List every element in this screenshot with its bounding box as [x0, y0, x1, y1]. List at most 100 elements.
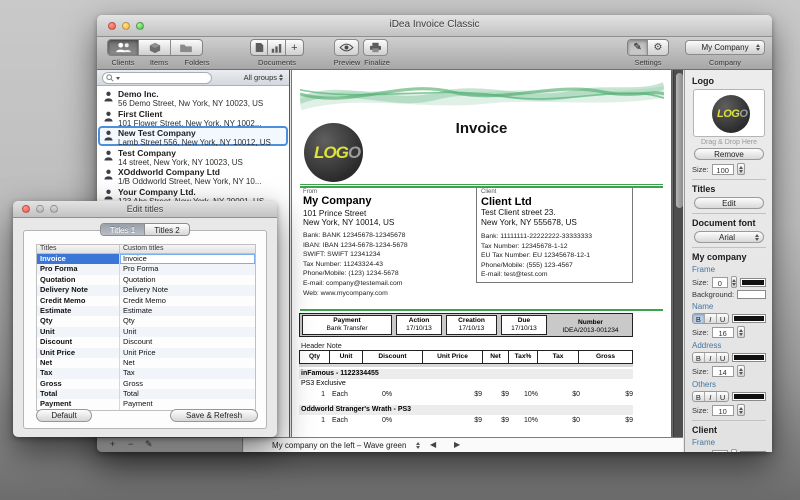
edit-mode-button[interactable]: ✎ — [628, 40, 649, 55]
stepper-control[interactable] — [736, 326, 745, 338]
bold-italic-underline-control[interactable]: BIU — [692, 352, 730, 363]
client-row-selected[interactable]: New Test Company Lamb Street 556, New Yo… — [98, 126, 288, 147]
group-filter-select[interactable]: All groups — [244, 73, 283, 82]
name-link[interactable]: Name — [692, 302, 766, 311]
header-custom-titles[interactable]: Custom titles — [120, 245, 255, 253]
custom-title-cell[interactable]: Delivery Note — [120, 285, 255, 295]
custom-title-cell[interactable]: Net — [120, 358, 255, 368]
preferences-button[interactable]: ⚙ — [648, 40, 668, 55]
main-titlebar[interactable]: iDea Invoice Classic — [97, 15, 772, 37]
bold-italic-underline-control[interactable]: BIU — [692, 391, 730, 402]
italic-button[interactable]: I — [705, 353, 717, 362]
preview-button[interactable] — [334, 39, 359, 56]
bold-button[interactable]: B — [693, 392, 705, 401]
client-row[interactable]: First Client 101 Flower Street, New York… — [98, 107, 288, 128]
title-row[interactable]: Unit Unit — [37, 326, 255, 338]
frame-color-well[interactable] — [740, 277, 766, 287]
add-client-button[interactable]: + — [110, 439, 115, 449]
name-color-well[interactable] — [732, 314, 766, 323]
reports-button[interactable] — [268, 40, 286, 55]
save-refresh-button[interactable]: Save & Refresh — [170, 409, 258, 422]
company-select[interactable]: My Company — [685, 40, 765, 55]
client-row[interactable]: XOddworld Company Ltd 1/B Oddworld Stree… — [98, 165, 288, 186]
others-size-input[interactable]: 10 — [711, 404, 734, 416]
title-row[interactable]: Delivery Note Delivery Note — [37, 285, 255, 296]
custom-title-cell[interactable]: Discount — [120, 337, 255, 347]
custom-title-cell[interactable]: Estimate — [120, 306, 255, 316]
stepper-control[interactable] — [731, 276, 738, 288]
italic-button[interactable]: I — [705, 314, 717, 323]
title-row[interactable]: Net Net — [37, 357, 255, 369]
background-color-well[interactable] — [737, 290, 766, 299]
underline-button[interactable]: U — [717, 314, 729, 323]
items-button[interactable] — [139, 40, 171, 55]
bold-italic-underline-control[interactable]: BIU — [692, 313, 730, 324]
name-size-input[interactable]: 16 — [711, 326, 734, 338]
title-row[interactable]: Gross Gross — [37, 378, 255, 390]
title-row[interactable]: Discount Discount — [37, 337, 255, 348]
remove-logo-button[interactable]: Remove — [694, 148, 764, 160]
preview-scrollbar[interactable] — [673, 70, 683, 437]
stepper-control[interactable] — [731, 449, 738, 452]
finalize-button[interactable] — [363, 39, 388, 56]
title-row[interactable]: Total Total — [37, 389, 255, 400]
dialog-titlebar[interactable]: Edit titles — [13, 201, 277, 218]
title-row[interactable]: Estimate Estimate — [37, 305, 255, 317]
tab-titles-2[interactable]: Titles 2 — [145, 224, 189, 235]
search-input[interactable] — [102, 72, 212, 84]
client-frame-size-input[interactable]: 1 — [711, 449, 729, 452]
italic-button[interactable]: I — [705, 392, 717, 401]
scrollbar-thumb[interactable] — [675, 73, 683, 208]
bold-button[interactable]: B — [693, 353, 705, 362]
title-row[interactable]: Unit Price Unit Price — [37, 347, 255, 358]
custom-title-input[interactable]: Invoice — [120, 254, 255, 265]
template-stepper[interactable] — [414, 439, 422, 451]
title-row[interactable]: Pro Forma Pro Forma — [37, 264, 255, 275]
clients-button[interactable] — [108, 40, 140, 55]
title-row[interactable]: Credit Memo Credit Memo — [37, 295, 255, 306]
logo-dropzone[interactable]: LOGO — [693, 89, 765, 137]
title-row[interactable]: Qty Qty — [37, 316, 255, 327]
client-frame-link[interactable]: Frame — [692, 438, 766, 447]
custom-title-cell[interactable]: Tax — [120, 368, 255, 378]
remove-client-button[interactable]: − — [128, 439, 133, 449]
document-button[interactable] — [251, 40, 269, 55]
client-frame-color-well[interactable] — [740, 450, 766, 452]
bold-button[interactable]: B — [693, 314, 705, 323]
stepper-control[interactable] — [736, 365, 745, 377]
custom-title-cell[interactable]: Unit — [120, 327, 255, 337]
edit-client-button[interactable]: ✎ — [145, 439, 153, 450]
edit-titles-button[interactable]: Edit — [694, 197, 764, 209]
document-font-select[interactable]: Arial — [694, 231, 764, 243]
stepper-control[interactable] — [736, 163, 745, 175]
logo-size-input[interactable]: 100 — [711, 163, 734, 175]
header-titles[interactable]: Titles — [37, 245, 120, 253]
next-template-button[interactable]: ▶ — [454, 440, 460, 449]
custom-title-cell[interactable]: Pro Forma — [120, 264, 255, 274]
template-selector-value[interactable]: My company on the left – Wave green — [272, 441, 406, 450]
custom-title-cell[interactable]: Gross — [120, 379, 255, 389]
underline-button[interactable]: U — [717, 353, 729, 362]
new-document-button[interactable]: + — [286, 40, 303, 55]
title-row[interactable]: Tax Tax — [37, 368, 255, 379]
address-size-input[interactable]: 14 — [711, 365, 734, 377]
default-button[interactable]: Default — [36, 409, 92, 422]
custom-title-cell[interactable]: Qty — [120, 316, 255, 326]
custom-title-cell[interactable]: Total — [120, 389, 255, 399]
stepper-control[interactable] — [736, 404, 745, 416]
frame-link[interactable]: Frame — [692, 265, 766, 274]
custom-title-cell[interactable]: Unit Price — [120, 348, 255, 358]
folders-button[interactable] — [171, 40, 202, 55]
others-color-well[interactable] — [732, 392, 766, 401]
previous-template-button[interactable]: ◀ — [430, 440, 436, 449]
client-row[interactable]: Demo Inc. 56 Demo Street, Nw York, NY 10… — [98, 87, 288, 108]
title-row-selected[interactable]: Invoice Invoice — [37, 254, 255, 265]
custom-title-cell[interactable]: Credit Memo — [120, 296, 255, 306]
custom-title-cell[interactable]: Quotation — [120, 275, 255, 285]
address-link[interactable]: Address — [692, 341, 766, 350]
frame-size-input[interactable]: 0 — [711, 276, 729, 288]
others-link[interactable]: Others — [692, 380, 766, 389]
underline-button[interactable]: U — [717, 392, 729, 401]
tab-titles-1[interactable]: Titles 1 — [101, 224, 145, 235]
address-color-well[interactable] — [732, 353, 766, 362]
